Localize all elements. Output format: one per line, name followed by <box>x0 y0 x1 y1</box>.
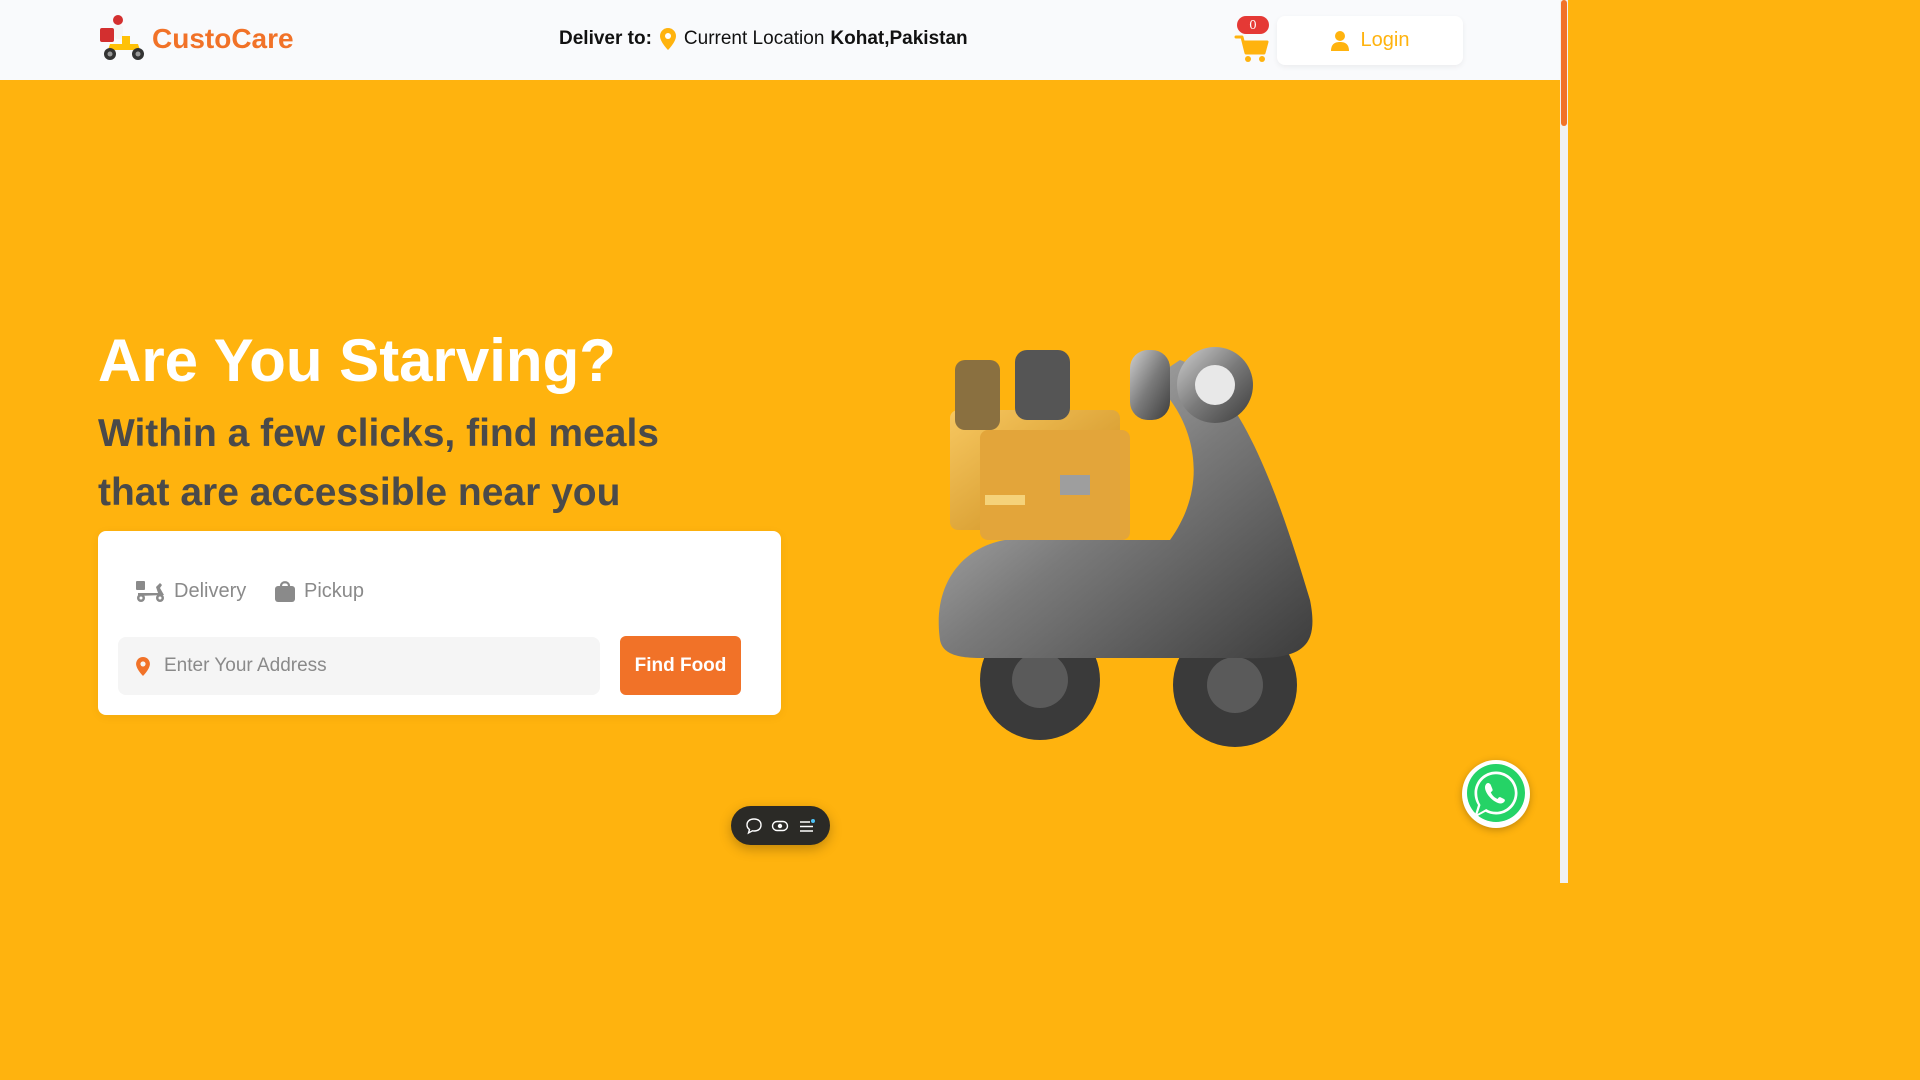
address-input[interactable] <box>164 655 564 677</box>
cart-count-badge: 0 <box>1237 16 1269 34</box>
scooter-icon <box>136 581 164 602</box>
cart-button[interactable]: 0 <box>1234 16 1270 64</box>
login-button[interactable]: Login <box>1277 16 1463 65</box>
user-icon <box>1330 30 1349 51</box>
chat-icon[interactable] <box>745 817 763 835</box>
brand-logo[interactable]: CustoCare <box>98 14 294 64</box>
top-navbar: CustoCare Deliver to: Current Location K… <box>0 0 1560 80</box>
find-food-button[interactable]: Find Food <box>620 636 741 695</box>
tab-pickup[interactable]: Pickup <box>274 579 364 603</box>
whatsapp-button[interactable] <box>1462 760 1530 828</box>
scrollbar-track[interactable] <box>1560 0 1568 883</box>
tab-delivery-label: Delivery <box>174 579 247 602</box>
scrollbar-thumb[interactable] <box>1561 0 1567 126</box>
hero-title: Are You Starving? <box>98 327 616 394</box>
eye-icon[interactable] <box>771 817 789 835</box>
shopping-bag-icon <box>275 581 295 602</box>
location-city: Kohat,Pakistan <box>830 28 968 49</box>
location-pin-icon <box>659 28 676 50</box>
brand-name: CustoCare <box>152 23 294 54</box>
tab-delivery[interactable]: Delivery <box>134 579 246 603</box>
scooter-illustration <box>938 347 1313 747</box>
location-prefix: Current Location <box>683 28 825 49</box>
floating-toolbar <box>731 806 830 845</box>
menu-icon[interactable] <box>798 817 816 835</box>
tab-pickup-label: Pickup <box>304 579 365 602</box>
deliver-location[interactable]: Deliver to: Current Location Kohat,Pakis… <box>559 28 968 50</box>
hero-subtitle: Within a few clicks, find meals that are… <box>98 412 659 514</box>
search-card: Delivery Pickup Find Food <box>98 531 781 715</box>
address-field[interactable] <box>118 637 600 695</box>
location-pin-icon <box>136 656 150 676</box>
login-label: Login <box>1360 29 1410 51</box>
logo-rider-icon <box>100 15 144 60</box>
cart-icon <box>1234 35 1269 62</box>
whatsapp-icon <box>1467 764 1525 822</box>
deliver-label: Deliver to: <box>559 28 652 49</box>
